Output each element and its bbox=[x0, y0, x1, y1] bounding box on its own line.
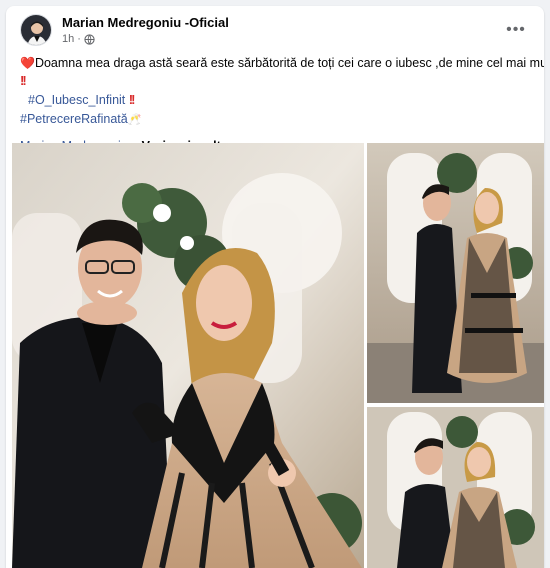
hashtag-o-iubesc-infinit[interactable]: #O_Iubesc_Infinit bbox=[28, 93, 125, 107]
post-photo-bottom-right[interactable] bbox=[367, 407, 544, 568]
author-avatar[interactable] bbox=[20, 14, 52, 46]
cheers-emoji: 🥂 bbox=[127, 114, 142, 126]
couple-photo-icon bbox=[12, 143, 364, 568]
double-exclamation-emoji: !! bbox=[20, 73, 27, 88]
double-exclamation-emoji: !! bbox=[128, 92, 136, 107]
more-options-button[interactable]: ••• bbox=[502, 16, 530, 44]
meta-separator: · bbox=[77, 33, 81, 45]
post-card: Marian Medregoniu -Oficial 1h · ••• ❤️Do… bbox=[6, 6, 544, 568]
globe-icon bbox=[84, 33, 95, 45]
post-text-line: #O_Iubesc_Infinit !! bbox=[20, 91, 536, 109]
post-photo-main[interactable] bbox=[12, 143, 364, 568]
post-text: ❤️Doamna mea draga astă seară este sărbă… bbox=[20, 54, 544, 155]
post-time[interactable]: 1h bbox=[62, 33, 74, 45]
post-text-line: ❤️Doamna mea draga astă seară este sărbă… bbox=[20, 54, 544, 72]
couple-photo-icon bbox=[367, 143, 544, 403]
author-name[interactable]: Marian Medregoniu -Oficial bbox=[62, 15, 229, 30]
more-horizontal-icon: ••• bbox=[506, 21, 526, 38]
couple-photo-icon bbox=[367, 407, 544, 568]
post-meta: 1h · bbox=[62, 33, 95, 45]
post-message: Doamna mea draga astă seară este sărbăto… bbox=[34, 56, 544, 70]
hashtag-petrecere-rafinata[interactable]: #PetrecereRafinată bbox=[20, 112, 128, 126]
post-text-line: !! bbox=[20, 72, 536, 90]
post-header: Marian Medregoniu -Oficial 1h · ••• bbox=[6, 6, 544, 54]
post-photo-grid bbox=[12, 143, 544, 568]
post-text-line: #PetrecereRafinată🥂 bbox=[20, 110, 536, 129]
post-photo-top-right[interactable] bbox=[367, 143, 544, 403]
heart-emoji: ❤️ bbox=[20, 56, 35, 70]
